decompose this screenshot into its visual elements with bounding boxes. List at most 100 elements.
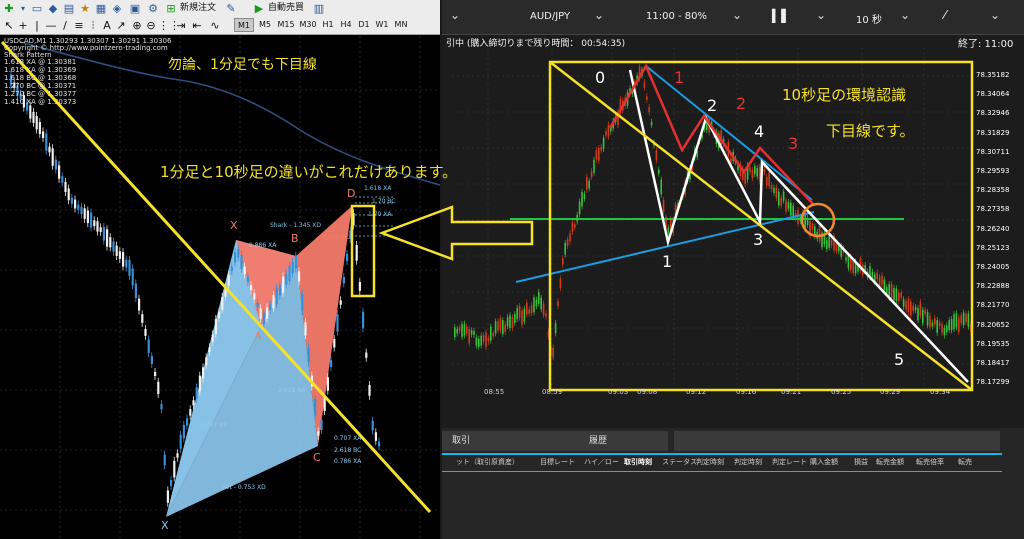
chart-shift-icon[interactable]: ⇤ xyxy=(190,19,204,32)
y-tick-label: 78.18417 xyxy=(976,359,1010,367)
horizontal-line-icon[interactable]: — xyxy=(44,19,58,32)
arrow-left-icon xyxy=(378,205,534,261)
app-candle-body xyxy=(878,276,881,287)
app-candle-body xyxy=(530,305,533,313)
y-tick-label: 78.30711 xyxy=(976,147,1010,156)
autoscroll-icon[interactable]: ⇥ xyxy=(174,19,188,32)
app-candle-body xyxy=(754,166,756,175)
mt4-candle-body xyxy=(83,208,86,219)
terminal-icon[interactable]: ▦ xyxy=(94,2,108,15)
data-window-icon[interactable]: ▤ xyxy=(62,2,76,15)
tab-history[interactable]: 履歴 xyxy=(528,431,668,451)
y-tick-label: 78.25123 xyxy=(976,243,1010,252)
column-header[interactable]: 目標レート xyxy=(540,457,575,467)
column-header[interactable]: 転売倍率 xyxy=(916,457,944,467)
tab-filler xyxy=(674,431,1000,451)
zoom-in-icon[interactable]: ⊕ xyxy=(130,19,144,32)
mt4-candle-body xyxy=(317,431,320,436)
trendline-icon[interactable]: / xyxy=(58,19,72,32)
timeframe-d1[interactable]: D1 xyxy=(355,18,373,32)
options-icon[interactable]: ⚙ xyxy=(146,2,160,15)
timeframe-m30[interactable]: M30 xyxy=(297,18,319,32)
dropdown-icon[interactable]: ▾ xyxy=(16,2,30,15)
wave-label-4: 4 xyxy=(754,122,765,141)
timeframe-h1[interactable]: H1 xyxy=(319,18,337,32)
app-candle-body xyxy=(485,332,487,347)
app-candle-body xyxy=(552,347,554,358)
cursor-icon[interactable]: ↖ xyxy=(2,19,16,32)
tab-trades[interactable]: 取引 xyxy=(442,431,532,451)
x-tick-label: 08:55 xyxy=(484,388,505,396)
y-tick-label: 78.34064 xyxy=(976,90,1010,99)
navigator-icon[interactable]: ★ xyxy=(78,2,92,15)
column-header[interactable]: ット（取引原資産） xyxy=(456,457,519,467)
history-center-icon[interactable]: ▣ xyxy=(128,2,142,15)
fibonacci-icon[interactable]: ⫶ xyxy=(86,19,100,32)
mt4-candle-body xyxy=(67,188,70,201)
timeframe-m5[interactable]: M5 xyxy=(255,18,275,32)
column-header[interactable]: 判定時刻 xyxy=(696,457,724,467)
app-candle-body xyxy=(545,313,547,317)
app-candle-body xyxy=(919,301,922,316)
mt4-candle-body xyxy=(202,367,205,379)
zoom-out-icon[interactable]: ⊖ xyxy=(144,19,158,32)
mt4-candle-body xyxy=(250,285,253,291)
mt4-candle-body xyxy=(163,454,166,466)
mt4-candle-body xyxy=(355,244,358,261)
mt4-candle-body xyxy=(230,266,233,271)
timeframe-m1[interactable]: M1 xyxy=(234,18,254,32)
app-candle-body xyxy=(518,306,521,318)
mt4-candle-body xyxy=(122,252,125,267)
meta-editor-icon[interactable]: ✎ xyxy=(224,2,238,15)
column-header[interactable]: ハイ／ロー xyxy=(584,457,619,467)
market-watch-icon[interactable]: ◆ xyxy=(46,2,60,15)
column-header[interactable]: ステータス xyxy=(662,457,697,467)
app-candle-body xyxy=(967,313,970,327)
mt4-candle-body xyxy=(173,460,176,478)
table-header: ット（取引原資産） 目標レート ハイ／ロー 取引時刻 ステータス 判定時刻 判定時刻 判定レー… xyxy=(442,457,1012,469)
column-header[interactable]: 判定レート xyxy=(772,457,807,467)
indicators-icon[interactable]: ∿ xyxy=(208,19,222,32)
new-order-icon[interactable]: ⊞ xyxy=(164,2,178,15)
app-candle-body xyxy=(768,171,770,187)
app-candle-body xyxy=(943,327,946,336)
pattern-label-x-bottom: X xyxy=(161,519,169,532)
auto-trade-icon[interactable]: ▶ xyxy=(252,2,266,15)
crosshair-icon[interactable]: + xyxy=(16,19,30,32)
profiles-icon[interactable]: ▭ xyxy=(30,2,44,15)
mt4-candle-body xyxy=(253,293,256,300)
x-tick-label: 09:16 xyxy=(736,388,757,396)
text-tool-icon[interactable]: A xyxy=(100,19,114,32)
grid-icon[interactable]: ⋮⋮ xyxy=(158,19,180,32)
app-candle-body xyxy=(775,187,778,199)
timeframe-w1[interactable]: W1 xyxy=(373,18,391,32)
new-chart-icon[interactable]: ✚ xyxy=(2,2,16,15)
vertical-line-icon[interactable]: | xyxy=(30,19,44,32)
app-candle-body xyxy=(955,313,958,328)
column-header[interactable]: 判定時刻 xyxy=(734,457,762,467)
app-candle-body xyxy=(948,320,950,331)
timeframe-h4[interactable]: H4 xyxy=(337,18,355,32)
channel-icon[interactable]: ≡ xyxy=(72,19,86,32)
timeframe-m15[interactable]: M15 xyxy=(275,18,297,32)
app-candle-body xyxy=(902,299,905,307)
arrow-tool-icon[interactable]: ↗ xyxy=(114,19,128,32)
bar-chart-icon[interactable]: ▥ xyxy=(312,2,326,15)
indicator-line: 1.270 BC @ 1.30377 xyxy=(4,90,77,98)
y-tick-label: 78.22888 xyxy=(976,282,1010,291)
strategy-tester-icon[interactable]: ◈ xyxy=(110,2,124,15)
yellow-diagonal xyxy=(549,61,973,391)
column-header[interactable]: 取引時刻 xyxy=(624,457,652,467)
column-header[interactable]: 損益 xyxy=(854,457,868,467)
app-candle-body xyxy=(583,193,586,199)
timeframe-mn[interactable]: MN xyxy=(391,18,411,32)
column-header[interactable]: 転売金額 xyxy=(876,457,904,467)
mt4-candle-body xyxy=(131,268,134,286)
auto-trade-button[interactable]: 自動売買 xyxy=(268,2,304,15)
column-header[interactable]: 購入金額 xyxy=(810,457,838,467)
comparison-arrow xyxy=(378,205,534,261)
column-header[interactable]: 転売 xyxy=(958,457,972,467)
new-order-button[interactable]: 新規注文 xyxy=(180,2,216,15)
app-candle-body xyxy=(886,287,888,294)
mt4-toolbar: ✚ ▾ ▭ ◆ ▤ ★ ▦ ◈ ▣ ⚙ ⊞ 新規注文 ✎ ▶ 自動売買 ▥ ↖ … xyxy=(0,0,440,35)
